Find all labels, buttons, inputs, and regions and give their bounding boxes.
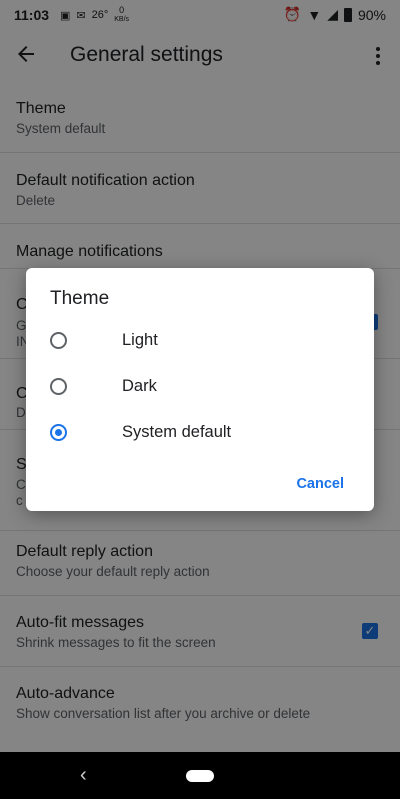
system-nav-bar: ‹	[0, 752, 400, 799]
cancel-button[interactable]: Cancel	[296, 476, 344, 492]
option-label: System default	[122, 423, 232, 441]
radio-unchecked-icon[interactable]	[50, 332, 67, 349]
chevron-left-icon[interactable]: ‹	[80, 764, 87, 787]
theme-option-light[interactable]: Light	[50, 324, 350, 360]
option-label: Dark	[122, 377, 157, 395]
radio-checked-icon[interactable]	[50, 424, 67, 441]
radio-unchecked-icon[interactable]	[50, 378, 67, 395]
dialog-title: Theme	[50, 288, 110, 309]
home-pill-icon[interactable]	[186, 770, 214, 782]
theme-option-system-default[interactable]: System default	[50, 416, 350, 452]
theme-dialog: Theme Light Dark System default Cancel	[26, 268, 374, 511]
option-label: Light	[122, 331, 158, 349]
theme-option-dark[interactable]: Dark	[50, 370, 350, 406]
